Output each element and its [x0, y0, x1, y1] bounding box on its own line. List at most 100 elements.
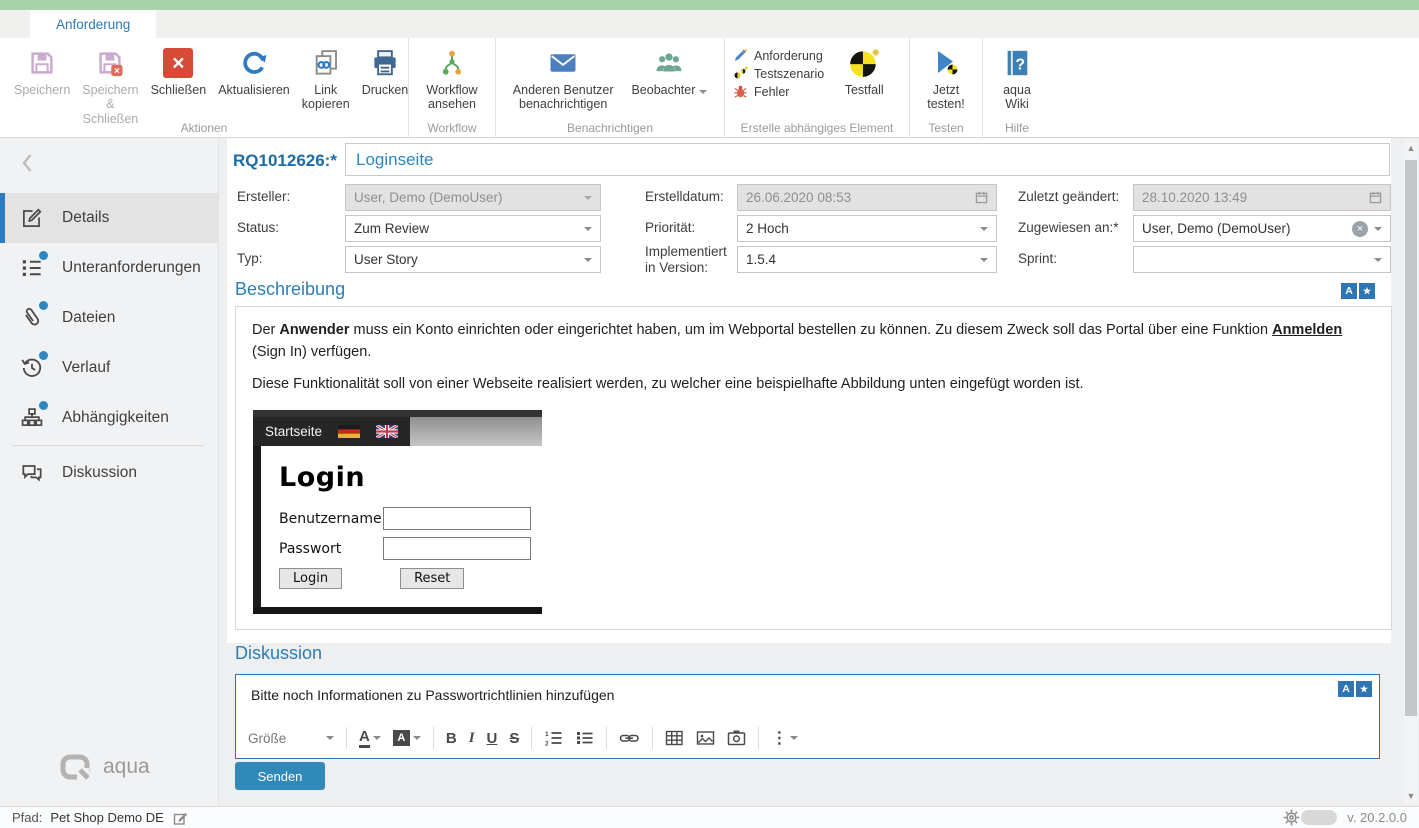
ribbon-group-aktionen: Speichern × Speichern & Schließen × Schl… — [0, 38, 409, 137]
typ-select[interactable]: User Story — [345, 246, 601, 273]
copy-link-label: Link kopieren — [302, 83, 350, 112]
save-label: Speichern — [14, 83, 70, 97]
status-select[interactable]: Zum Review — [345, 215, 601, 242]
wiki-book-icon: ? — [1002, 45, 1032, 81]
scroll-up-arrow[interactable]: ▲ — [1404, 140, 1418, 156]
create-test-case-button[interactable]: Testfall — [830, 42, 898, 100]
text-color-button[interactable]: A — [359, 729, 381, 748]
wiki-button[interactable]: ? aqua Wiki — [992, 42, 1042, 115]
view-workflow-button[interactable]: Workflow ansehen — [418, 42, 486, 115]
sidebar-item-label: Dateien — [62, 309, 115, 327]
sidebar-item-dateien[interactable]: Dateien — [0, 293, 218, 343]
sidebar-item-details[interactable]: Details — [0, 193, 218, 243]
title-input[interactable]: Loginseite — [345, 143, 1390, 176]
svg-text:?: ? — [1015, 57, 1025, 74]
chevron-down-icon — [1374, 227, 1382, 231]
version-select[interactable]: 1.5.4 — [737, 246, 997, 273]
save-button[interactable]: Speichern — [9, 42, 75, 100]
sidebar-item-abhaengigkeiten[interactable]: Abhängigkeiten — [0, 393, 218, 443]
version-label: Implementiert in Version: — [645, 244, 737, 276]
settings-gear-icon[interactable] — [1282, 808, 1301, 827]
benutzername-label: Benutzername — [279, 511, 383, 527]
save-icon — [27, 45, 57, 81]
close-button[interactable]: × Schließen — [146, 42, 212, 100]
refresh-button[interactable]: Aktualisieren — [213, 42, 295, 100]
badge-dot — [39, 401, 48, 410]
sidebar-item-diskussion[interactable]: Diskussion — [0, 448, 218, 498]
font-size-dropdown[interactable]: Größe — [248, 731, 334, 746]
bullet-list-button[interactable] — [575, 729, 594, 747]
camera-button[interactable] — [727, 729, 746, 747]
clear-icon[interactable]: × — [1352, 221, 1368, 237]
scroll-down-arrow[interactable]: ▼ — [1404, 788, 1418, 804]
image-button[interactable] — [696, 729, 715, 747]
sidebar-collapse-button[interactable] — [20, 152, 34, 179]
chevron-down-icon — [699, 90, 707, 94]
edit-path-icon[interactable] — [172, 810, 189, 826]
path-label: Pfad: — [12, 810, 42, 825]
typ-label: Typ: — [237, 251, 263, 267]
scrollbar-thumb[interactable] — [1405, 160, 1417, 716]
test-now-button[interactable]: Jetzt testen! — [919, 42, 973, 115]
calendar-icon — [1369, 191, 1382, 204]
create-requirement-button[interactable]: Anforderung — [733, 48, 824, 63]
sidebar-item-label: Unteranforderungen — [62, 259, 201, 277]
sidebar-item-label: Diskussion — [62, 464, 137, 482]
bold-button[interactable]: B — [446, 730, 457, 747]
chevron-down-icon — [584, 196, 592, 200]
sidebar-item-unteranforderungen[interactable]: Unteranforderungen — [0, 243, 218, 293]
translate-text-icon[interactable]: A — [1338, 681, 1354, 697]
badge-dot — [39, 351, 48, 360]
prioritaet-select[interactable]: 2 Hoch — [737, 215, 997, 242]
sprint-select[interactable] — [1133, 246, 1391, 273]
group-label-erstelle: Erstelle abhängiges Element — [725, 121, 909, 135]
ordered-list-button[interactable]: 12 — [544, 729, 563, 747]
italic-button[interactable]: I — [469, 730, 475, 747]
print-button[interactable]: Drucken — [357, 42, 414, 100]
create-test-scenario-button[interactable]: Testszenario — [733, 66, 824, 81]
sprint-label: Sprint: — [1018, 251, 1057, 267]
discussion-heading: Diskussion — [235, 643, 322, 664]
save-and-close-button[interactable]: × Speichern & Schließen — [77, 42, 143, 129]
create-requirement-label: Anforderung — [754, 49, 823, 63]
zugewiesen-select[interactable]: User, Demo (DemoUser) × — [1133, 215, 1391, 242]
close-label: Schließen — [151, 83, 207, 97]
group-label-hilfe: Hilfe — [983, 121, 1051, 135]
comment-editor[interactable]: A ★ Bitte noch Informationen zu Passwort… — [235, 674, 1380, 759]
print-label: Drucken — [362, 83, 409, 97]
notify-users-button[interactable]: Anderen Benutzer benachrichtigen — [505, 42, 621, 115]
version-label: v. 20.2.0.0 — [1347, 810, 1407, 825]
erstelldatum-field: 26.06.2020 08:53 — [737, 184, 997, 211]
watchers-button[interactable]: Beobachter — [623, 42, 715, 100]
link-button[interactable] — [619, 729, 640, 747]
strikethrough-button[interactable]: S — [509, 730, 519, 747]
translate-star-icon[interactable]: ★ — [1359, 283, 1375, 299]
badge-dot — [39, 301, 48, 310]
refresh-icon — [239, 45, 269, 81]
copy-link-icon — [311, 45, 341, 81]
copy-link-button[interactable]: Link kopieren — [297, 42, 355, 115]
bg-color-button[interactable]: A — [393, 730, 421, 746]
description-body[interactable]: Der Anwender muss ein Konto einrichten o… — [235, 306, 1392, 630]
sidebar-item-verlauf[interactable]: Verlauf — [0, 343, 218, 393]
save-and-close-icon: × — [95, 45, 125, 81]
settings-pill[interactable] — [1301, 810, 1337, 825]
table-button[interactable] — [665, 729, 684, 747]
tab-anforderung[interactable]: Anforderung — [30, 10, 156, 38]
sidebar-divider — [12, 445, 204, 446]
translate-text-icon[interactable]: A — [1341, 283, 1357, 299]
reset-button: Reset — [400, 568, 464, 589]
comment-text[interactable]: Bitte noch Informationen zu Passwortrich… — [251, 687, 614, 703]
translate-star-icon[interactable]: ★ — [1356, 681, 1372, 697]
notify-users-label: Anderen Benutzer benachrichtigen — [510, 83, 616, 112]
description-heading: Beschreibung — [235, 279, 345, 300]
passwort-label: Passwort — [279, 541, 383, 557]
send-button[interactable]: Senden — [235, 762, 325, 790]
bug-icon — [733, 84, 748, 99]
vertical-scrollbar[interactable]: ▲ ▼ — [1404, 140, 1418, 804]
underline-button[interactable]: U — [487, 730, 498, 747]
more-options-button[interactable]: ⋮ — [771, 728, 798, 748]
create-defect-button[interactable]: Fehler — [733, 84, 824, 99]
ribbon-group-workflow: Workflow ansehen Workflow — [409, 38, 496, 137]
ribbon-group-benachrichtigen: Anderen Benutzer benachrichtigen Beobach… — [496, 38, 725, 137]
